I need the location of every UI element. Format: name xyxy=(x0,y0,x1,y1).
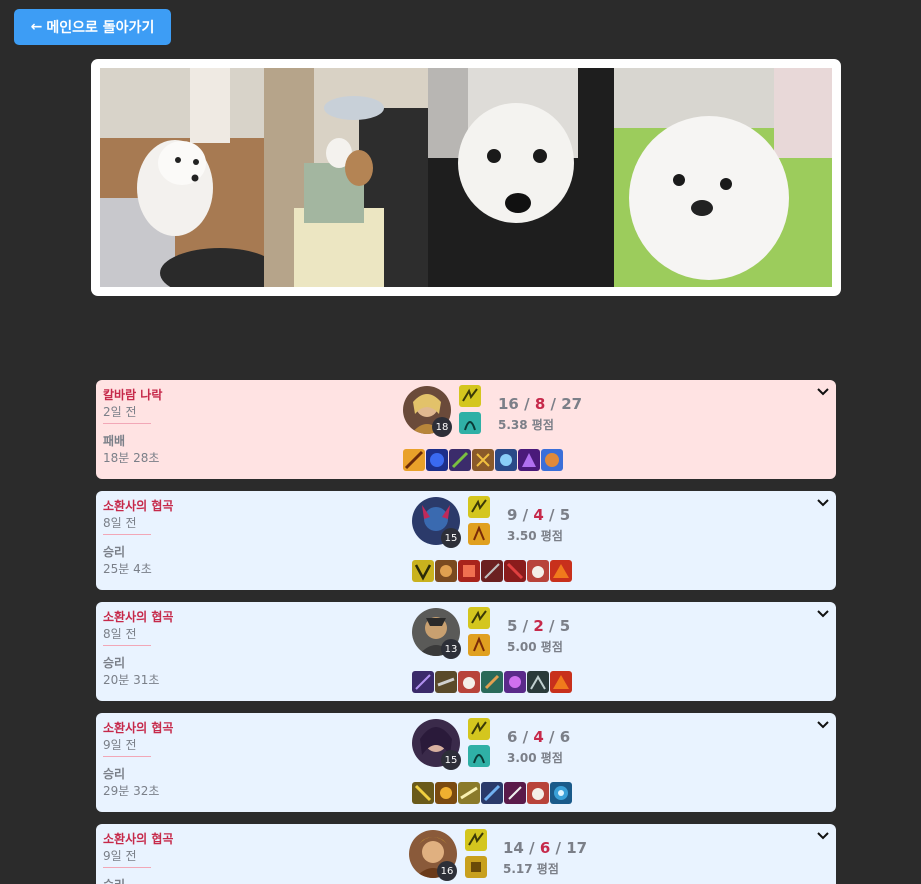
item-icon xyxy=(481,671,503,693)
time-ago: 2일 전 xyxy=(103,405,137,419)
kda-score: 16 / 8 / 27 xyxy=(498,395,583,413)
item-icon xyxy=(472,449,494,471)
champion-level: 16 xyxy=(437,861,457,881)
dog-photo-3 xyxy=(428,68,614,287)
dog-photo-1 xyxy=(100,68,264,287)
game-mode: 소환사의 협곡 xyxy=(103,721,174,735)
champion-level: 18 xyxy=(432,417,452,437)
match-duration: 29분 32초 xyxy=(103,784,160,798)
dog-photo-4 xyxy=(614,68,832,287)
ghost-spell-icon xyxy=(459,412,481,434)
smite-spell-icon xyxy=(468,523,490,545)
flash-spell-icon xyxy=(465,829,487,851)
item-list xyxy=(412,560,572,582)
match-card[interactable]: 소환사의 협곡 9일 전 승리 29분 32초 15 6 / 4 / 6 3.0… xyxy=(96,713,836,812)
chevron-down-icon[interactable] xyxy=(816,496,830,510)
kda-score: 6 / 4 / 6 xyxy=(507,728,571,746)
match-result: 패배 xyxy=(103,434,126,448)
item-icon xyxy=(458,782,480,804)
photo-banner xyxy=(91,59,841,296)
ghost-spell-icon xyxy=(468,745,490,767)
item-icon xyxy=(504,560,526,582)
flash-spell-icon xyxy=(459,385,481,407)
smite-spell-icon xyxy=(468,634,490,656)
match-duration: 20분 31초 xyxy=(103,673,160,687)
item-icon xyxy=(403,449,425,471)
kda-rating: 5.17 평점 xyxy=(503,862,559,876)
item-icon xyxy=(550,782,572,804)
divider xyxy=(103,534,151,535)
item-list xyxy=(412,782,572,804)
time-ago: 8일 전 xyxy=(103,516,137,530)
kda-rating: 3.00 평점 xyxy=(507,751,563,765)
chevron-down-icon[interactable] xyxy=(816,607,830,621)
match-result: 승리 xyxy=(103,545,126,559)
chevron-down-icon[interactable] xyxy=(816,829,830,843)
dog-photo-2 xyxy=(264,68,428,287)
match-duration: 18분 28초 xyxy=(103,451,160,465)
game-mode: 소환사의 협곡 xyxy=(103,832,174,846)
flash-spell-icon xyxy=(468,496,490,518)
kda-rating: 5.00 평점 xyxy=(507,640,563,654)
match-card[interactable]: 소환사의 협곡 8일 전 승리 20분 31초 13 5 / 2 / 5 5.0… xyxy=(96,602,836,701)
kda-rating: 3.50 평점 xyxy=(507,529,563,543)
match-result: 승리 xyxy=(103,767,126,781)
item-icon xyxy=(518,449,540,471)
item-icon xyxy=(426,449,448,471)
kda-score: 5 / 2 / 5 xyxy=(507,617,571,635)
item-icon xyxy=(412,671,434,693)
divider xyxy=(103,423,151,424)
champion-level: 15 xyxy=(441,750,461,770)
item-icon xyxy=(435,560,457,582)
item-icon xyxy=(458,671,480,693)
game-mode: 소환사의 협곡 xyxy=(103,610,174,624)
flash-spell-icon xyxy=(468,718,490,740)
match-card[interactable]: 소환사의 협곡 8일 전 승리 25분 4초 15 9 / 4 / 5 3.50… xyxy=(96,491,836,590)
item-icon xyxy=(412,560,434,582)
kda-rating: 5.38 평점 xyxy=(498,418,554,432)
item-icon xyxy=(449,449,471,471)
item-icon xyxy=(412,782,434,804)
back-arrow-icon: ← xyxy=(30,19,43,35)
item-icon xyxy=(435,782,457,804)
time-ago: 9일 전 xyxy=(103,738,137,752)
item-icon xyxy=(481,782,503,804)
item-icon xyxy=(435,671,457,693)
chevron-down-icon[interactable] xyxy=(816,718,830,732)
divider xyxy=(103,867,151,868)
item-icon xyxy=(550,560,572,582)
item-list xyxy=(412,671,572,693)
teleport-spell-icon xyxy=(465,856,487,878)
item-icon xyxy=(527,560,549,582)
game-mode: 칼바람 나락 xyxy=(103,388,163,402)
item-icon xyxy=(550,671,572,693)
back-button-label: 메인으로 돌아가기 xyxy=(46,20,155,36)
time-ago: 8일 전 xyxy=(103,627,137,641)
item-icon xyxy=(504,671,526,693)
champion-level: 15 xyxy=(441,528,461,548)
item-icon xyxy=(458,560,480,582)
match-card[interactable]: 소환사의 협곡 9일 전 승리 16 14 / 6 / 17 5.17 평점 xyxy=(96,824,836,884)
chevron-down-icon[interactable] xyxy=(816,385,830,399)
item-icon xyxy=(504,782,526,804)
flash-spell-icon xyxy=(468,607,490,629)
item-list xyxy=(403,449,563,471)
item-icon xyxy=(527,671,549,693)
kda-score: 9 / 4 / 5 xyxy=(507,506,571,524)
match-card[interactable]: 칼바람 나락 2일 전 패배 18분 28초 18 16 / 8 / 27 5.… xyxy=(96,380,836,479)
divider xyxy=(103,756,151,757)
item-icon xyxy=(495,449,517,471)
item-icon xyxy=(481,560,503,582)
item-icon xyxy=(541,449,563,471)
divider xyxy=(103,645,151,646)
back-to-main-button[interactable]: ← 메인으로 돌아가기 xyxy=(14,9,171,45)
game-mode: 소환사의 협곡 xyxy=(103,499,174,513)
time-ago: 9일 전 xyxy=(103,849,137,863)
kda-score: 14 / 6 / 17 xyxy=(503,839,588,857)
match-duration: 25분 4초 xyxy=(103,562,152,576)
match-result: 승리 xyxy=(103,876,125,884)
item-icon xyxy=(527,782,549,804)
champion-level: 13 xyxy=(441,639,461,659)
match-result: 승리 xyxy=(103,656,126,670)
